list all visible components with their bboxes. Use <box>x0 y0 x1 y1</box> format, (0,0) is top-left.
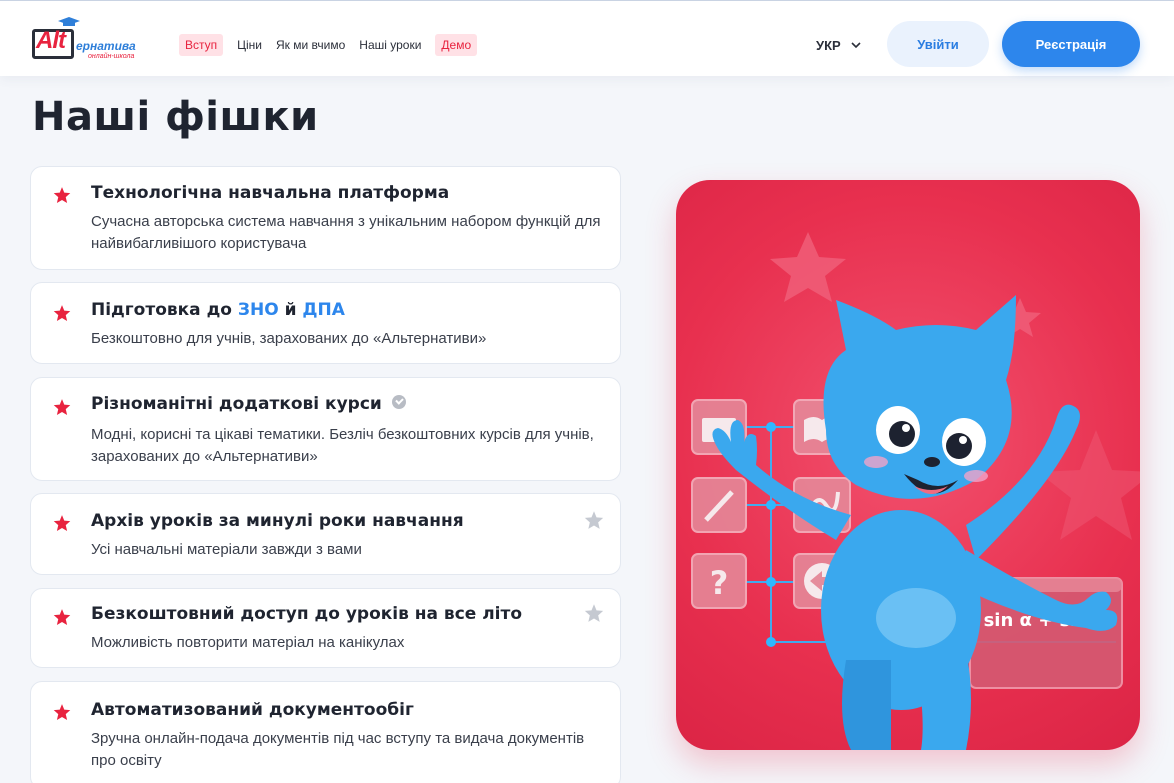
login-button[interactable]: Увійти <box>887 21 989 67</box>
feature-card: Автоматизований документообіг Зручна онл… <box>30 681 621 783</box>
feature-title-text: Різноманітні додаткові курси <box>91 394 382 414</box>
star-icon <box>53 609 71 625</box>
nav-item-demo[interactable]: Демо <box>435 34 478 56</box>
verified-check-icon <box>391 395 406 409</box>
nav-item-vstup[interactable]: Вступ <box>179 34 224 56</box>
feature-card: Різноманітні додаткові курси Модні, кори… <box>30 377 621 481</box>
graduation-cap-icon <box>58 17 80 26</box>
feature-title-mid: й <box>278 300 303 320</box>
feature-description: Модні, корисні та цікаві тематики. Безлі… <box>91 426 594 465</box>
chevron-down-icon <box>851 42 861 49</box>
feature-description: Усі навчальні матеріали завжди з вами <box>91 541 362 558</box>
feature-description: Сучасна авторська система навчання з уні… <box>91 213 601 252</box>
star-icon <box>53 305 71 321</box>
feature-description: Можливість повторити матеріал на канікул… <box>91 634 405 651</box>
feature-card: Архів уроків за минулі роки навчання Усі… <box>30 493 621 575</box>
star-icon <box>53 515 71 531</box>
logo-rest-text: ернатива <box>76 39 136 53</box>
star-icon <box>53 399 71 415</box>
feature-title: Підготовка до ЗНО й ДПА <box>91 300 345 320</box>
feature-description: Безкоштовно для учнів, зарахованих до «А… <box>91 330 487 347</box>
logo[interactable]: Alt ернатива онлайн-школа <box>28 17 158 67</box>
mascot-illustration: ? sin α + sin β <box>676 180 1140 750</box>
feature-title-prefix: Підготовка до <box>91 300 238 320</box>
logo-subtitle: онлайн-школа <box>88 53 135 60</box>
feature-title: Автоматизований документообіг <box>91 700 414 720</box>
language-label: УКР <box>816 37 841 53</box>
star-icon <box>53 187 71 203</box>
favorite-star-icon[interactable] <box>584 510 604 530</box>
favorite-star-icon[interactable] <box>584 603 604 623</box>
nav-item-yak-my-vchymo[interactable]: Як ми вчимо <box>276 34 345 56</box>
question-tile-icon: ? <box>691 553 747 609</box>
feature-card: Безкоштовний доступ до уроків на все літ… <box>30 588 621 668</box>
site-header: Alt ернатива онлайн-школа Вступ Ціни Як … <box>0 0 1174 76</box>
nav-item-nashi-uroky[interactable]: Наші уроки <box>359 34 421 56</box>
feature-title: Архів уроків за минулі роки навчання <box>91 511 464 531</box>
feature-title: Технологічна навчальна платформа <box>91 183 450 203</box>
logo-alt-text: Alt <box>36 27 66 54</box>
pencil-tile-icon <box>691 477 747 533</box>
feature-title: Різноманітні додаткові курси <box>91 394 406 414</box>
feature-card: Підготовка до ЗНО й ДПА Безкоштовно для … <box>30 282 621 364</box>
background-star-icon <box>770 232 846 302</box>
feature-description: Зручна онлайн-подача документів під час … <box>91 730 585 769</box>
star-icon <box>53 704 71 720</box>
feature-card: Технологічна навчальна платформа Сучасна… <box>30 166 621 270</box>
nav-item-tsiny[interactable]: Ціни <box>237 34 262 56</box>
zno-link[interactable]: ЗНО <box>238 300 279 320</box>
register-button[interactable]: Реєстрація <box>1002 21 1140 67</box>
svg-text:?: ? <box>710 564 729 602</box>
main-nav: Вступ Ціни Як ми вчимо Наші уроки Демо <box>179 34 491 56</box>
feature-title: Безкоштовний доступ до уроків на все літ… <box>91 604 523 624</box>
page-title: Наші фішки <box>32 94 319 140</box>
cat-mascot-image: ? sin α + sin β <box>691 232 1140 750</box>
language-select[interactable]: УКР <box>816 34 861 56</box>
dpa-link[interactable]: ДПА <box>302 300 345 320</box>
